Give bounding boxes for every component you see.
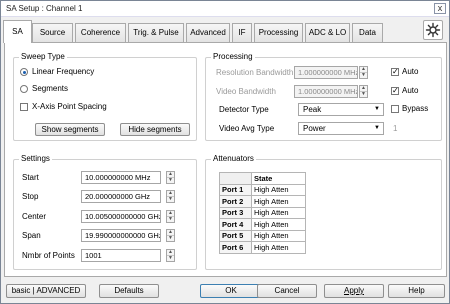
port-label: Port 6 — [219, 241, 252, 254]
xaxis-point-spacing-label: X-Axis Point Spacing — [32, 102, 107, 111]
tab-sa[interactable]: SA — [3, 20, 32, 43]
linear-frequency-label: Linear Frequency — [32, 67, 95, 76]
bypass-label: Bypass — [402, 104, 429, 113]
chevron-down-icon: ▼ — [374, 125, 380, 131]
port-state-cell[interactable]: High Atten — [251, 195, 306, 208]
state-column-header: State — [251, 172, 306, 185]
settings-gear-button[interactable] — [423, 20, 443, 40]
resolution-bandwidth-field[interactable]: 1.000000000 MHz — [294, 66, 358, 79]
resolution-bandwidth-auto-label: Auto — [402, 67, 419, 76]
table-row[interactable]: Port 1 High Atten — [219, 183, 306, 196]
tab-advanced[interactable]: Advanced — [186, 23, 230, 42]
attenuators-group: Attenuators State Port 1 High Atten Port… — [205, 154, 442, 270]
port-label: Port 2 — [219, 195, 252, 208]
port-label: Port 5 — [219, 229, 252, 242]
tab-adc-lo[interactable]: ADC & LO — [305, 23, 350, 42]
center-label: Center — [22, 212, 47, 221]
segments-label: Segments — [32, 84, 69, 93]
xaxis-point-spacing-checkbox[interactable] — [20, 103, 28, 111]
video-bandwidth-label: Video Bandwidth — [216, 87, 276, 96]
table-header-row: State — [219, 172, 306, 185]
number-of-points-spinner[interactable]: ▲ ▼ — [166, 249, 175, 262]
stop-spinner[interactable]: ▲ ▼ — [166, 190, 175, 203]
tab-data[interactable]: Data — [352, 23, 383, 42]
sa-tab-panel: Sweep Type Linear Frequency Segments X-A… — [4, 42, 447, 277]
detector-type-select[interactable]: Peak ▼ — [298, 103, 384, 116]
port-state-cell[interactable]: High Atten — [251, 229, 306, 242]
span-label: Span — [22, 231, 41, 240]
chevron-down-icon: ▼ — [374, 106, 380, 112]
video-avg-type-value: Power — [303, 124, 326, 133]
settings-group: Settings Start 10.000000000 MHz ▲ ▼ Stop … — [13, 154, 197, 270]
detector-type-value: Peak — [303, 105, 322, 114]
video-avg-suffix: 1 — [393, 124, 398, 133]
ok-button[interactable]: OK — [200, 284, 262, 298]
bypass-checkbox[interactable] — [391, 105, 399, 113]
resolution-bandwidth-label: Resolution Bandwidth — [216, 68, 294, 77]
stop-field[interactable]: 20.000000000 GHz — [81, 190, 161, 203]
processing-group: Processing Resolution Bandwidth 1.000000… — [205, 52, 442, 141]
gear-icon — [425, 22, 441, 38]
number-of-points-label: Nmbr of Points — [22, 251, 75, 260]
tab-trig-pulse[interactable]: Trig. & Pulse — [128, 23, 184, 42]
table-row[interactable]: Port 6 High Atten — [219, 241, 306, 254]
defaults-button[interactable]: Defaults — [99, 284, 159, 298]
attenuators-title: Attenuators — [211, 154, 256, 163]
tab-coherence[interactable]: Coherence — [75, 23, 126, 42]
video-avg-type-select[interactable]: Power ▼ — [298, 122, 384, 135]
tab-source[interactable]: Source — [32, 23, 73, 42]
number-of-points-field[interactable]: 1001 — [81, 249, 161, 262]
sa-setup-dialog: SA Setup : Channel 1 x SA Source Coheren… — [0, 0, 450, 304]
start-field[interactable]: 10.000000000 MHz — [81, 171, 161, 184]
cancel-button[interactable]: Cancel — [257, 284, 317, 298]
sweep-type-group: Sweep Type Linear Frequency Segments X-A… — [13, 52, 197, 141]
tab-processing[interactable]: Processing — [254, 23, 303, 42]
linear-frequency-radio[interactable] — [20, 68, 28, 76]
segments-radio[interactable] — [20, 85, 28, 93]
video-bandwidth-spinner[interactable]: ▲ ▼ — [359, 85, 368, 98]
apply-button[interactable]: Apply — [324, 284, 384, 298]
table-corner-cell — [219, 172, 252, 185]
processing-title: Processing — [211, 52, 255, 61]
resolution-bandwidth-spinner[interactable]: ▲ ▼ — [359, 66, 368, 79]
span-field[interactable]: 19.990000000000 GHz — [81, 229, 161, 242]
table-row[interactable]: Port 5 High Atten — [219, 229, 306, 242]
start-label: Start — [22, 173, 39, 182]
center-spinner[interactable]: ▲ ▼ — [166, 210, 175, 223]
port-label: Port 4 — [219, 218, 252, 231]
tab-if[interactable]: IF — [232, 23, 252, 42]
span-spinner[interactable]: ▲ ▼ — [166, 229, 175, 242]
table-row[interactable]: Port 3 High Atten — [219, 206, 306, 219]
port-state-cell[interactable]: High Atten — [251, 218, 306, 231]
tab-bar: SA Source Coherence Trig. & Pulse Advanc… — [3, 20, 423, 43]
start-spinner[interactable]: ▲ ▼ — [166, 171, 175, 184]
table-row[interactable]: Port 4 High Atten — [219, 218, 306, 231]
help-button[interactable]: Help — [388, 284, 445, 298]
stop-label: Stop — [22, 192, 39, 201]
show-segments-button[interactable]: Show segments — [35, 123, 105, 136]
sweep-type-title: Sweep Type — [19, 52, 67, 61]
basic-advanced-toggle-button[interactable]: basic | ADVANCED — [6, 284, 86, 298]
window-title: SA Setup : Channel 1 — [6, 4, 83, 13]
port-state-cell[interactable]: High Atten — [251, 241, 306, 254]
port-state-cell[interactable]: High Atten — [251, 183, 306, 196]
video-bandwidth-auto-label: Auto — [402, 86, 419, 95]
video-bandwidth-auto-checkbox[interactable]: ✓ — [391, 87, 399, 95]
title-bar: SA Setup : Channel 1 x — [1, 1, 449, 17]
port-state-cell[interactable]: High Atten — [251, 206, 306, 219]
port-label: Port 3 — [219, 206, 252, 219]
settings-title: Settings — [19, 154, 52, 163]
resolution-bandwidth-auto-checkbox[interactable]: ✓ — [391, 68, 399, 76]
hide-segments-button[interactable]: Hide segments — [120, 123, 190, 136]
detector-type-label: Detector Type — [219, 105, 269, 114]
table-row[interactable]: Port 2 High Atten — [219, 195, 306, 208]
video-bandwidth-field[interactable]: 1.000000000 MHz — [294, 85, 358, 98]
center-field[interactable]: 10.005000000000 GHz — [81, 210, 161, 223]
video-avg-type-label: Video Avg Type — [219, 124, 275, 133]
port-label: Port 1 — [219, 183, 252, 196]
close-button[interactable]: x — [434, 3, 446, 14]
attenuators-table: State Port 1 High Atten Port 2 High Atte… — [219, 172, 306, 254]
